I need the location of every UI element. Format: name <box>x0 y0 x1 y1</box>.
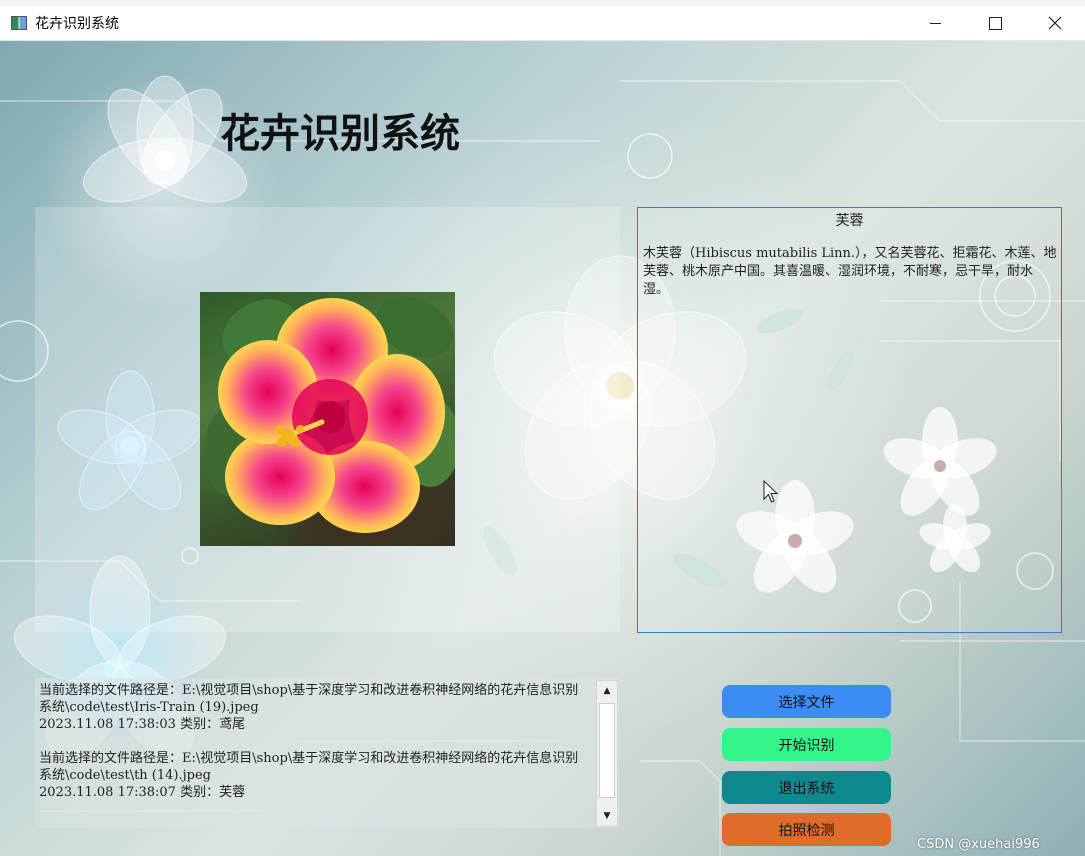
log-entry-path: 当前选择的文件路径是：E:\视觉项目\shop\基于深度学习和改进卷积神经网络的… <box>39 683 579 715</box>
scroll-up-arrow-icon: ▲ <box>603 686 611 696</box>
select-file-button[interactable]: 选择文件 <box>722 685 891 718</box>
scroll-thumb[interactable] <box>599 703 615 798</box>
app-title: 花卉识别系统 <box>220 111 460 157</box>
log-scrollbar[interactable]: ▲ ▼ <box>596 680 618 827</box>
hibiscus-flower-illustration <box>204 296 455 533</box>
minimize-button[interactable] <box>905 6 965 40</box>
scroll-down-arrow-icon: ▼ <box>603 811 611 821</box>
start-recognition-button[interactable]: 开始识别 <box>722 728 891 761</box>
log-entry: 当前选择的文件路径是：E:\视觉项目\shop\基于深度学习和改进卷积神经网络的… <box>39 682 591 733</box>
watermark-text: CSDN @xuehai996 <box>917 837 1040 852</box>
log-text-area[interactable]: 当前选择的文件路径是：E:\视觉项目\shop\基于深度学习和改进卷积神经网络的… <box>39 682 591 818</box>
log-entry: 当前选择的文件路径是：E:\视觉项目\shop\基于深度学习和改进卷积神经网络的… <box>39 750 591 801</box>
close-button[interactable] <box>1025 6 1085 40</box>
app-window: 花卉识别系统 花卉识别系统 芙蓉 木芙蓉（Hibiscus mutabilis … <box>0 6 1085 856</box>
log-output-panel[interactable]: 当前选择的文件路径是：E:\视觉项目\shop\基于深度学习和改进卷积神经网络的… <box>35 678 619 828</box>
flower-image <box>200 292 455 546</box>
log-entry-path: 当前选择的文件路径是：E:\视觉项目\shop\基于深度学习和改进卷积神经网络的… <box>39 751 579 783</box>
maximize-button[interactable] <box>965 6 1025 40</box>
scroll-up-button[interactable]: ▲ <box>597 681 617 701</box>
photo-detect-button[interactable]: 拍照检测 <box>722 813 891 846</box>
maximize-icon <box>988 16 1002 30</box>
minimize-icon <box>929 22 941 24</box>
result-description: 木芙蓉（Hibiscus mutabilis Linn.），又名芙蓉花、拒霜花、… <box>643 246 1057 297</box>
log-entry-result: 2023.11.08 17:38:07 类别：芙蓉 <box>39 785 246 800</box>
mouse-cursor-icon <box>763 480 779 503</box>
title-bar: 花卉识别系统 <box>0 6 1085 41</box>
close-icon <box>1048 16 1062 30</box>
window-title: 花卉识别系统 <box>35 16 119 32</box>
app-window-icon <box>11 16 27 30</box>
result-class-name: 芙蓉 <box>835 213 864 229</box>
scroll-down-button[interactable]: ▼ <box>597 806 617 826</box>
window-controls <box>905 6 1085 40</box>
log-entry-result: 2023.11.08 17:38:03 类别：鸢尾 <box>39 717 246 732</box>
exit-system-button[interactable]: 退出系统 <box>722 771 891 804</box>
main-client-area: 花卉识别系统 芙蓉 木芙蓉（Hibiscus mutabilis Linn.），… <box>0 41 1085 856</box>
recognition-result-panel: 芙蓉 木芙蓉（Hibiscus mutabilis Linn.），又名芙蓉花、拒… <box>637 207 1062 633</box>
